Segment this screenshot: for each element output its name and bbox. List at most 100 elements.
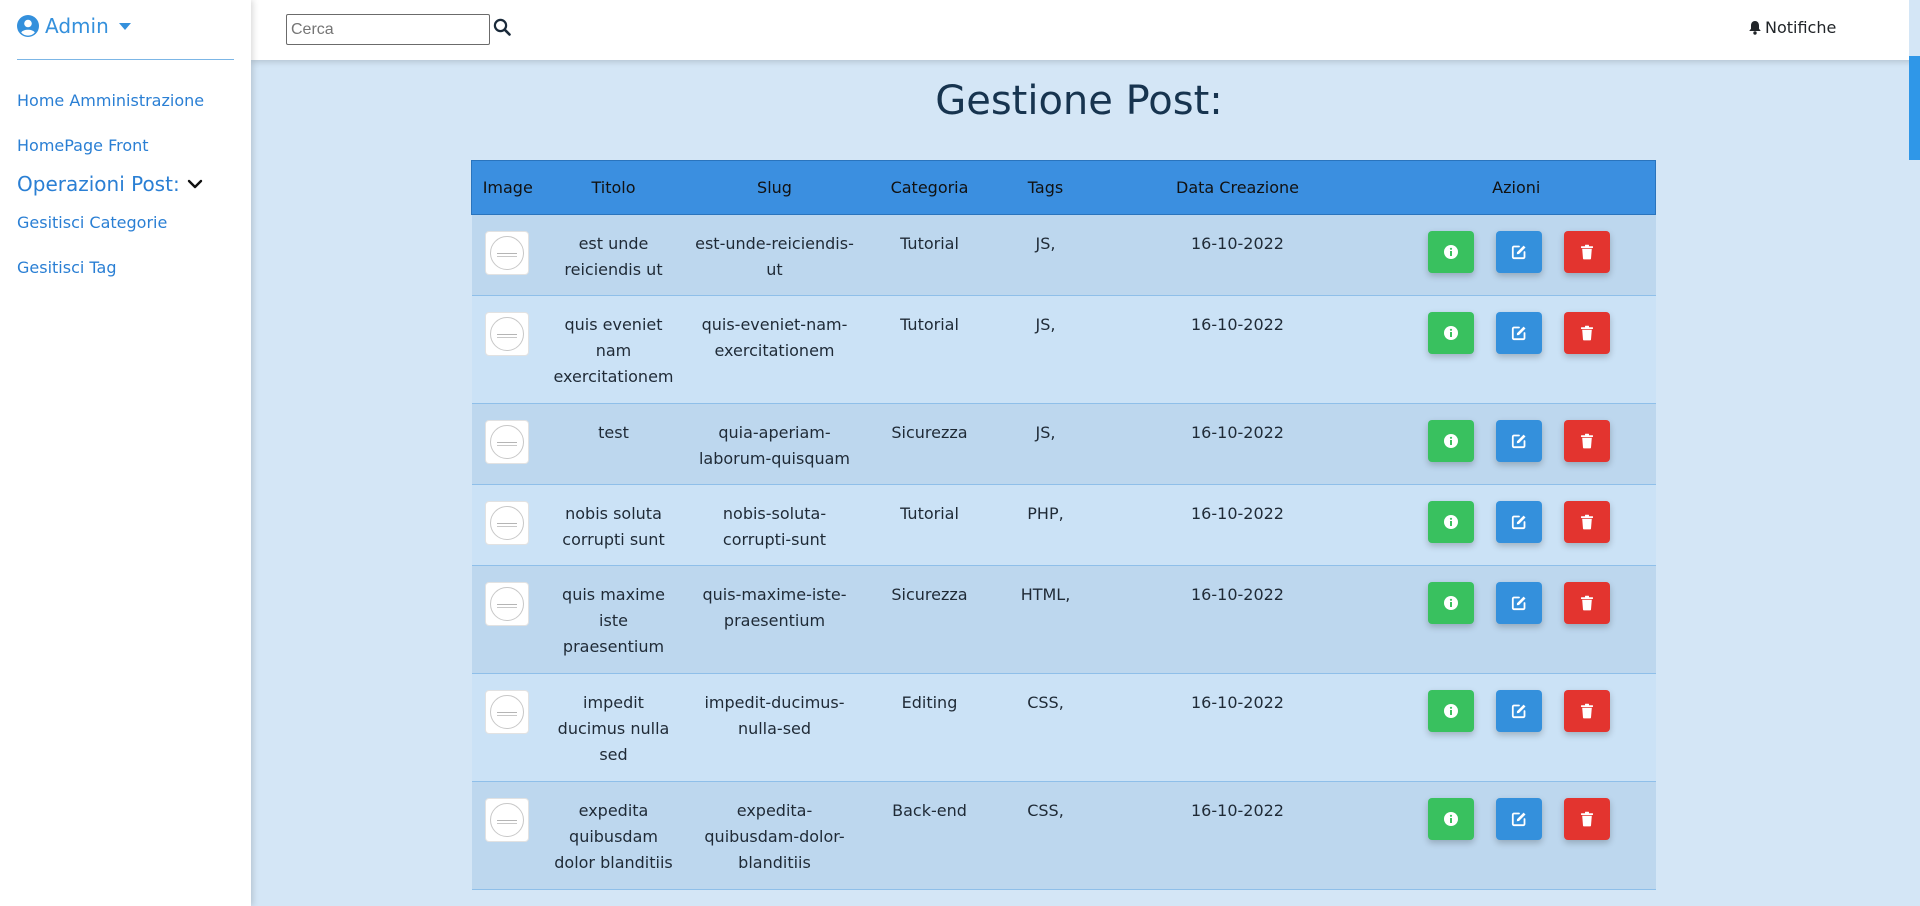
no-image-placeholder: [489, 695, 524, 729]
edit-post-button[interactable]: [1495, 690, 1542, 732]
column-header: Slug: [683, 160, 866, 215]
trash-icon: [1579, 433, 1595, 449]
edit-icon: [1511, 811, 1527, 827]
actions-cell: [1377, 214, 1656, 296]
actions-cell: [1377, 673, 1656, 782]
title-cell: expedita quibusdam dolor blanditiis: [543, 781, 684, 890]
topbar: Notifiche: [251, 0, 1920, 60]
show-post-button[interactable]: [1427, 582, 1474, 624]
column-header: Data Creazione: [1097, 160, 1378, 215]
slug-cell: quis-maxime-iste-praesentium: [683, 565, 866, 674]
category-cell: Sicurezza: [865, 565, 994, 674]
category-cell: Tutorial: [865, 484, 994, 566]
image-cell: [471, 565, 544, 674]
edit-icon: [1511, 595, 1527, 611]
delete-post-button[interactable]: [1563, 690, 1610, 732]
edit-post-button[interactable]: [1495, 231, 1542, 273]
nav-link-homepage-front[interactable]: HomePage Front: [17, 136, 149, 155]
posts-table-container: Image Titolo Slug Categoria Tags Data Creazio…: [471, 160, 1656, 890]
title-cell: quis eveniet nam exercitationem: [543, 295, 684, 404]
show-post-button[interactable]: [1427, 501, 1474, 543]
show-post-button[interactable]: [1427, 420, 1474, 462]
column-header: Azioni: [1377, 160, 1656, 215]
info-circle-icon: [1443, 433, 1459, 449]
actions-cell: [1377, 484, 1656, 566]
nav-link-gestisci-tag[interactable]: Gesitisci Tag: [17, 258, 117, 277]
delete-post-button[interactable]: [1563, 312, 1610, 354]
nav-link-home-amministrazione[interactable]: Home Amministrazione: [17, 91, 204, 110]
tags-cell: CSS,: [993, 781, 1098, 890]
edit-icon: [1511, 325, 1527, 341]
post-thumbnail: [484, 798, 529, 842]
title-cell: test: [543, 403, 684, 485]
edit-icon: [1511, 703, 1527, 719]
caret-down-icon: [118, 22, 131, 30]
slug-cell: nobis-soluta-corrupti-sunt: [683, 484, 866, 566]
title-cell: nobis soluta corrupti sunt: [543, 484, 684, 566]
category-cell: Tutorial: [865, 295, 994, 404]
page-title: Gestione Post:: [935, 78, 1223, 124]
no-image-placeholder: [489, 236, 524, 270]
admin-dropdown[interactable]: Admin: [17, 14, 131, 38]
nav-section-label: Operazioni Post:: [17, 172, 180, 196]
edit-post-button[interactable]: [1495, 798, 1542, 840]
search-icon[interactable]: [493, 18, 511, 36]
admin-label: Admin: [45, 14, 109, 38]
scrollbar[interactable]: [1909, 0, 1920, 906]
title-cell: impedit ducimus nulla sed: [543, 673, 684, 782]
slug-cell: expedita-quibusdam-dolor-blanditiis: [683, 781, 866, 890]
column-header: Categoria: [865, 160, 994, 215]
nav-section-operazioni-post[interactable]: Operazioni Post:: [17, 172, 203, 196]
category-cell: Back-end: [865, 781, 994, 890]
trash-icon: [1579, 325, 1595, 341]
tags-cell: JS,: [993, 295, 1098, 404]
slug-cell: quia-aperiam-laborum-quisquam: [683, 403, 866, 485]
edit-post-button[interactable]: [1495, 312, 1542, 354]
column-header: Titolo: [543, 160, 684, 215]
delete-post-button[interactable]: [1563, 501, 1610, 543]
edit-icon: [1511, 433, 1527, 449]
actions-cell: [1377, 403, 1656, 485]
image-cell: [471, 295, 544, 404]
show-post-button[interactable]: [1427, 312, 1474, 354]
user-circle-icon: [17, 15, 39, 37]
title-cell: est unde reiciendis ut: [543, 214, 684, 296]
tags-cell: PHP,: [993, 484, 1098, 566]
sidebar-divider: [17, 59, 234, 60]
date-cell: 16-10-2022: [1097, 565, 1378, 674]
delete-post-button[interactable]: [1563, 798, 1610, 840]
category-cell: Editing: [865, 673, 994, 782]
no-image-placeholder: [489, 317, 524, 351]
nav-link-gestisci-categorie[interactable]: Gesitisci Categorie: [17, 213, 167, 232]
table-row: test quia-aperiam-laborum-quisquam Sicurez…: [471, 403, 1656, 485]
edit-post-button[interactable]: [1495, 501, 1542, 543]
tags-cell: HTML,: [993, 565, 1098, 674]
date-cell: 16-10-2022: [1097, 781, 1378, 890]
table-body: est unde reiciendis ut est-unde-reiciendi…: [471, 214, 1656, 890]
trash-icon: [1579, 703, 1595, 719]
post-thumbnail: [484, 582, 529, 626]
show-post-button[interactable]: [1427, 690, 1474, 732]
info-circle-icon: [1443, 811, 1459, 827]
edit-post-button[interactable]: [1495, 420, 1542, 462]
search-input[interactable]: [286, 14, 490, 45]
scrollbar-thumb[interactable]: [1909, 56, 1920, 160]
info-circle-icon: [1443, 325, 1459, 341]
show-post-button[interactable]: [1427, 231, 1474, 273]
actions-cell: [1377, 295, 1656, 404]
info-circle-icon: [1443, 595, 1459, 611]
delete-post-button[interactable]: [1563, 231, 1610, 273]
no-image-placeholder: [489, 506, 524, 540]
image-cell: [471, 781, 544, 890]
date-cell: 16-10-2022: [1097, 403, 1378, 485]
delete-post-button[interactable]: [1563, 582, 1610, 624]
edit-icon: [1511, 244, 1527, 260]
show-post-button[interactable]: [1427, 798, 1474, 840]
chevron-down-icon: [187, 179, 202, 189]
edit-post-button[interactable]: [1495, 582, 1542, 624]
column-header: Image: [471, 160, 544, 215]
info-circle-icon: [1443, 514, 1459, 530]
delete-post-button[interactable]: [1563, 420, 1610, 462]
date-cell: 16-10-2022: [1097, 295, 1378, 404]
notifications-link[interactable]: Notifiche: [1748, 18, 1836, 37]
